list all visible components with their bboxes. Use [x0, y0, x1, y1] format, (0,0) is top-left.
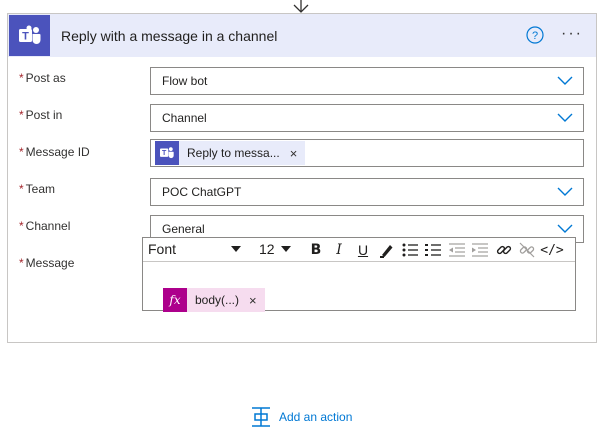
chevron-down-icon: [557, 76, 573, 85]
highlight-pen-icon[interactable]: [378, 241, 396, 259]
post-in-dropdown[interactable]: Channel: [150, 104, 584, 132]
chevron-down-icon: [557, 224, 573, 233]
channel-label: * Channel: [19, 219, 71, 233]
teams-icon: T: [155, 141, 179, 165]
chevron-down-icon: [557, 187, 573, 196]
caret-down-icon: [281, 246, 291, 252]
expression-label: body(...): [195, 293, 240, 307]
bullet-list-icon[interactable]: [401, 241, 419, 259]
team-value: POC ChatGPT: [162, 185, 242, 199]
add-action-label: Add an action: [279, 410, 353, 424]
chevron-down-icon: [557, 113, 573, 122]
message-id-label: * Message ID: [19, 145, 90, 159]
link-icon[interactable]: [495, 241, 513, 259]
dynamic-content-token[interactable]: T Reply to messa... ×: [155, 141, 306, 165]
teams-icon: T: [9, 15, 50, 56]
svg-text:T: T: [22, 30, 29, 42]
post-as-label: * Post as: [19, 71, 66, 85]
unlink-icon[interactable]: [518, 241, 536, 259]
expression-fx-icon: fx: [163, 288, 187, 312]
numbered-list-icon[interactable]: [424, 241, 442, 259]
message-id-input[interactable]: T Reply to messa... ×: [150, 139, 584, 167]
post-as-value: Flow bot: [162, 74, 208, 88]
help-icon[interactable]: ?: [525, 25, 545, 45]
card-header[interactable]: T Reply with a message in a channel ? ··…: [8, 14, 596, 57]
svg-text:?: ?: [532, 30, 538, 42]
token-label: Reply to messa...: [187, 146, 280, 160]
font-size-select[interactable]: 12: [259, 241, 275, 257]
bold-button[interactable]: B: [307, 241, 325, 259]
code-view-button[interactable]: </>: [540, 241, 564, 259]
post-in-label: * Post in: [19, 108, 63, 122]
card-title: Reply with a message in a channel: [61, 28, 278, 44]
remove-token-button[interactable]: ×: [290, 146, 298, 161]
increase-indent-icon[interactable]: [471, 241, 489, 259]
italic-button[interactable]: I: [330, 241, 348, 259]
caret-down-icon: [231, 246, 241, 252]
editor-toolbar: Font 12 B I U </>: [143, 238, 575, 262]
message-label: * Message: [19, 256, 75, 270]
add-action-button[interactable]: Add an action: [250, 406, 352, 428]
post-as-dropdown[interactable]: Flow bot: [150, 67, 584, 95]
team-label: * Team: [19, 182, 56, 196]
more-icon[interactable]: ···: [561, 26, 583, 42]
remove-expression-button[interactable]: ×: [249, 293, 257, 308]
post-in-value: Channel: [162, 111, 207, 125]
svg-text:T: T: [162, 150, 167, 157]
down-arrow-icon: [293, 0, 309, 13]
underline-button[interactable]: U: [354, 241, 372, 259]
decrease-indent-icon[interactable]: [448, 241, 466, 259]
team-dropdown[interactable]: POC ChatGPT: [150, 178, 584, 206]
expression-token[interactable]: fx body(...) ×: [163, 288, 265, 312]
add-action-icon: [252, 407, 270, 427]
channel-value: General: [162, 222, 205, 236]
